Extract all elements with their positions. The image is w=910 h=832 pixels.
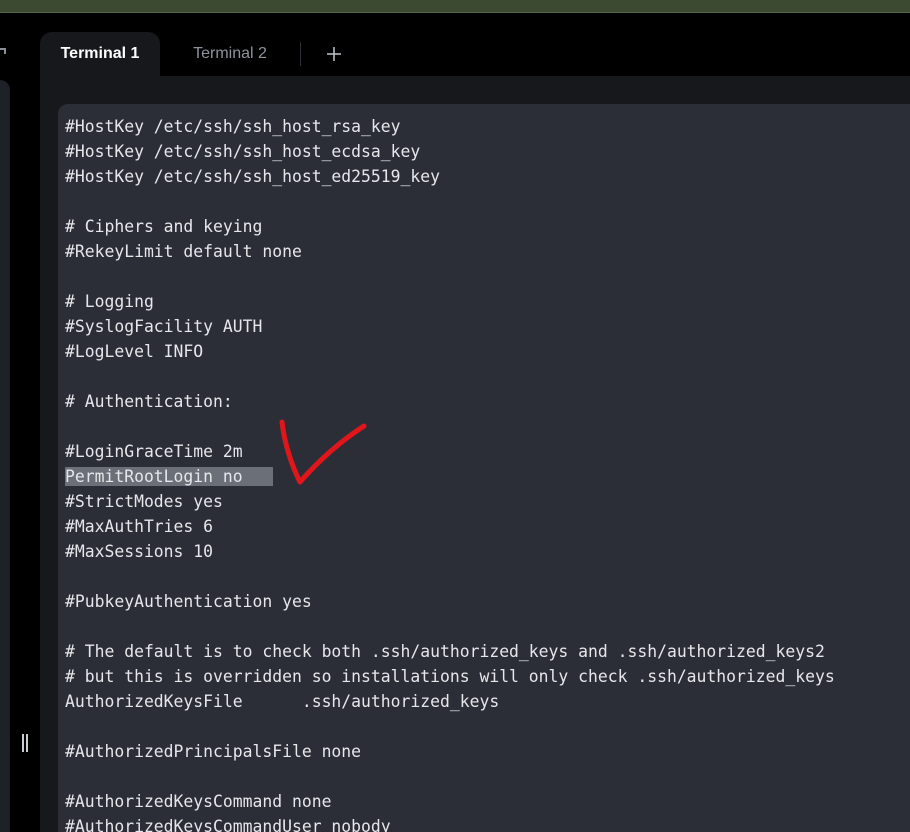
terminal-line: # Logging	[65, 289, 835, 314]
terminal-line-text: # Ciphers and keying	[65, 217, 263, 236]
terminal-line: #AuthorizedPrincipalsFile none	[65, 739, 835, 764]
terminal-line: #StrictModes yes	[65, 489, 835, 514]
terminal-line: #SyslogFacility AUTH	[65, 314, 835, 339]
terminal-line: #HostKey /etc/ssh/ssh_host_ecdsa_key	[65, 139, 835, 164]
tab-content: #HostKey /etc/ssh/ssh_host_rsa_key #HostK…	[40, 76, 910, 832]
desktop-top-strip	[0, 0, 910, 13]
terminal-line-text: # The default is to check both .ssh/auth…	[65, 642, 825, 661]
terminal-line-text: #StrictModes yes	[65, 492, 223, 511]
terminal-line-text: #MaxSessions 10	[65, 542, 214, 561]
tab-terminal-1[interactable]: Terminal 1	[40, 32, 160, 76]
terminal-line: #MaxSessions 10	[65, 539, 835, 564]
terminal-line-text: #HostKey /etc/ssh/ssh_host_ed25519_key	[65, 167, 440, 186]
terminal-line: AuthorizedKeysFile .ssh/authorized_keys	[65, 689, 835, 714]
terminal-line: #AuthorizedKeysCommandUser nobody	[65, 814, 835, 832]
terminal-line: #PubkeyAuthentication yes	[65, 589, 835, 614]
terminal-line-text: #HostKey /etc/ssh/ssh_host_ecdsa_key	[65, 142, 421, 161]
terminal-line-text: PermitRootLogin no	[65, 467, 273, 486]
terminal-line: PermitRootLogin no	[65, 464, 835, 489]
terminal-line: #LoginGraceTime 2m	[65, 439, 835, 464]
terminal-line: #LogLevel INFO	[65, 339, 835, 364]
tab-label: Terminal 2	[193, 45, 267, 62]
terminal-line-text: #LoginGraceTime 2m	[65, 442, 243, 461]
terminal-line-text: AuthorizedKeysFile .ssh/authorized_keys	[65, 692, 500, 711]
terminal-output[interactable]: #HostKey /etc/ssh/ssh_host_rsa_key #HostK…	[58, 104, 910, 832]
panel-resize-handle-icon[interactable]	[20, 734, 30, 754]
add-tab-button[interactable]	[318, 38, 350, 70]
terminal-line-text: #AuthorizedPrincipalsFile none	[65, 742, 362, 761]
terminal-line-text: # but this is overridden so installation…	[65, 667, 835, 686]
terminal-line: # The default is to check both .ssh/auth…	[65, 639, 835, 664]
terminal-line: #HostKey /etc/ssh/ssh_host_rsa_key	[65, 114, 835, 139]
terminal-line: #MaxAuthTries 6	[65, 514, 835, 539]
terminal-line: #RekeyLimit default none	[65, 239, 835, 264]
terminal-line-text: #HostKey /etc/ssh/ssh_host_rsa_key	[65, 117, 401, 136]
tab-label: Terminal 1	[60, 45, 140, 62]
terminal-line-text: #SyslogFacility AUTH	[65, 317, 263, 336]
tab-terminal-2[interactable]: Terminal 2	[160, 32, 300, 76]
terminal-line: #AuthorizedKeysCommand none	[65, 789, 835, 814]
terminal-line: # Authentication:	[65, 389, 835, 414]
terminal-lines: #HostKey /etc/ssh/ssh_host_rsa_key #HostK…	[65, 114, 835, 832]
terminal-line-text: # Authentication:	[65, 392, 233, 411]
tab-divider	[300, 42, 301, 66]
terminal-line-text: #LogLevel INFO	[65, 342, 204, 361]
terminal-line-text: #AuthorizedKeysCommandUser nobody	[65, 817, 391, 832]
side-panel	[0, 80, 10, 832]
terminal-window: Terminal 1 Terminal 2 #HostKey /etc/ssh/…	[40, 32, 910, 832]
plus-icon	[327, 47, 341, 61]
terminal-line-text: #RekeyLimit default none	[65, 242, 302, 261]
tab-bar: Terminal 1 Terminal 2	[40, 32, 910, 76]
corner-bracket-icon	[0, 48, 6, 54]
app-root: Terminal 1 Terminal 2 #HostKey /etc/ssh/…	[0, 0, 910, 832]
terminal-line-text: #PubkeyAuthentication yes	[65, 592, 312, 611]
terminal-line-text: #AuthorizedKeysCommand none	[65, 792, 332, 811]
terminal-line-text: # Logging	[65, 292, 154, 311]
terminal-line: #HostKey /etc/ssh/ssh_host_ed25519_key	[65, 164, 835, 189]
terminal-line: # but this is overridden so installation…	[65, 664, 835, 689]
terminal-line: # Ciphers and keying	[65, 214, 835, 239]
terminal-line-text: #MaxAuthTries 6	[65, 517, 214, 536]
